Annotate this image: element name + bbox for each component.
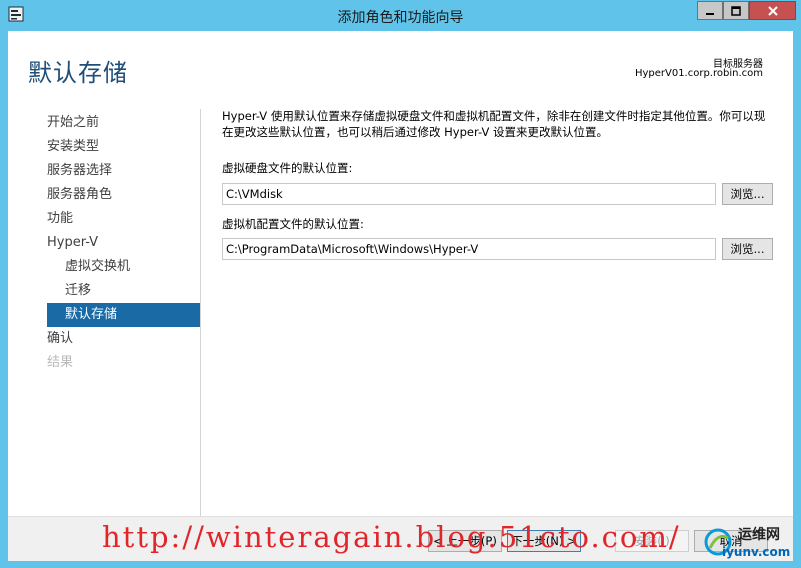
title-bar[interactable]: 添加角色和功能向导 (0, 0, 801, 31)
nav-item-server-roles[interactable]: 服务器角色 (47, 183, 200, 207)
previous-button[interactable]: < 上一步(P) (428, 530, 502, 552)
close-button[interactable] (749, 1, 796, 20)
page-title: 默认存储 (28, 59, 128, 87)
site-logo-url: iyunv.com (722, 545, 791, 559)
wizard-body: 默认存储 目标服务器 HyperV01.corp.robin.com 开始之前 … (8, 31, 793, 561)
minimize-button[interactable] (697, 1, 723, 20)
install-button: 安装(I) (615, 530, 689, 552)
vhd-location-input[interactable] (222, 183, 716, 205)
window-title: 添加角色和功能向导 (337, 10, 464, 26)
nav-divider (200, 109, 201, 527)
nav-item-server-selection[interactable]: 服务器选择 (47, 159, 200, 183)
config-browse-button[interactable]: 浏览... (722, 238, 773, 260)
nav-item-before-you-begin[interactable]: 开始之前 (47, 111, 200, 135)
nav-item-hyper-v[interactable]: Hyper-V (47, 231, 200, 255)
nav-item-features[interactable]: 功能 (47, 207, 200, 231)
wizard-nav: 开始之前 安装类型 服务器选择 服务器角色 功能 Hyper-V 虚拟交换机 迁… (47, 111, 200, 375)
nav-item-confirmation[interactable]: 确认 (47, 327, 200, 351)
main-content: Hyper-V 使用默认位置来存储虚拟硬盘文件和虚拟机配置文件，除非在创建文件时… (222, 108, 774, 260)
nav-item-default-stores[interactable]: 默认存储 (47, 303, 200, 327)
nav-item-results: 结果 (47, 355, 74, 370)
nav-item-installation-type[interactable]: 安装类型 (47, 135, 200, 159)
vhd-browse-button[interactable]: 浏览... (722, 183, 773, 205)
site-logo-text: 运维网 (738, 527, 780, 543)
wizard-footer: < 上一步(P) 下一步(N) > 安装(I) 取消 (8, 516, 793, 561)
description-text: Hyper-V 使用默认位置来存储虚拟硬盘文件和虚拟机配置文件，除非在创建文件时… (222, 109, 766, 139)
nav-item-virtual-switches[interactable]: 虚拟交换机 (47, 255, 200, 279)
next-button[interactable]: 下一步(N) > (507, 530, 581, 552)
close-icon (767, 5, 778, 16)
config-location-label: 虚拟机配置文件的默认位置: (222, 217, 364, 231)
vhd-location-label: 虚拟硬盘文件的默认位置: (222, 161, 353, 175)
maximize-button[interactable] (723, 1, 749, 20)
nav-item-migration[interactable]: 迁移 (47, 279, 200, 303)
config-location-input[interactable] (222, 238, 716, 260)
wizard-window: 添加角色和功能向导 默认存储 目标服务器 HyperV01.corp.robin… (0, 0, 801, 568)
maximize-icon (731, 5, 741, 16)
destination-server-name: HyperV01.corp.robin.com (634, 68, 763, 79)
minimize-icon (706, 12, 714, 15)
